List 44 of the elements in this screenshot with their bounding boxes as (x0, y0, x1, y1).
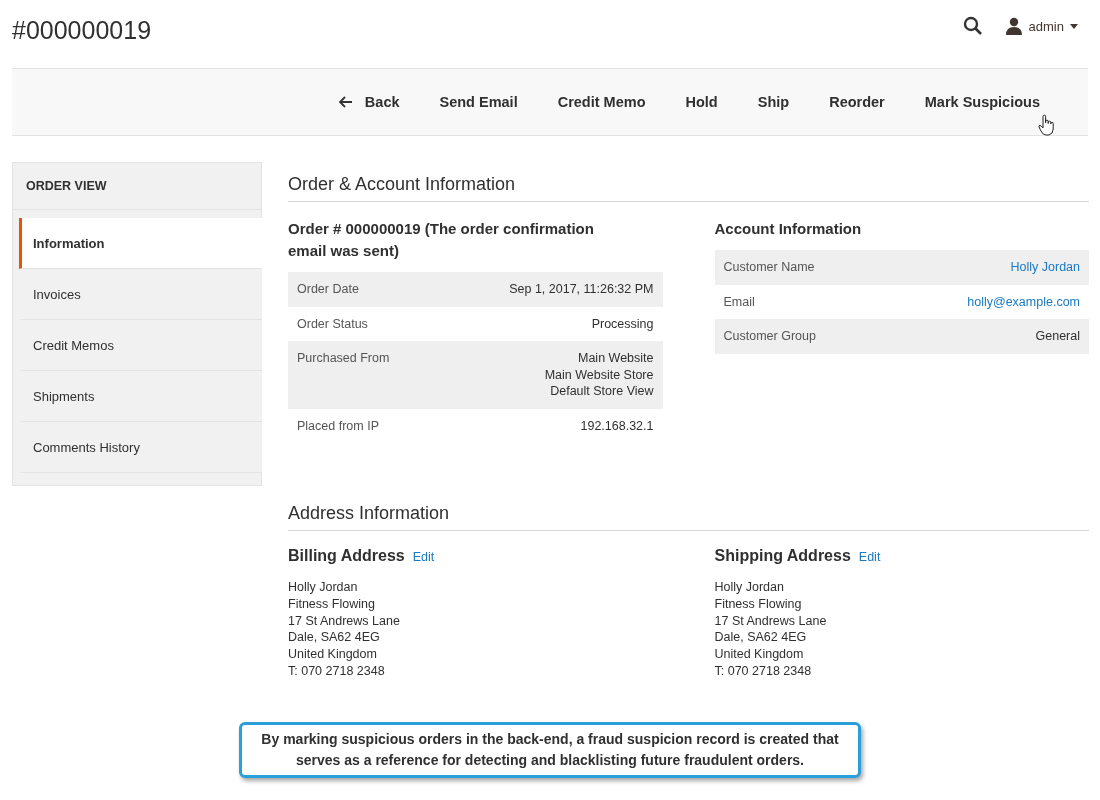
callout-note: By marking suspicious orders in the back-end, a fraud suspicion record is created that serves as a reference for detecting and blacklisting future fraudulent orders. (239, 722, 861, 778)
sidebar-tab[interactable]: Comments History (19, 422, 262, 473)
toolbar-button[interactable]: Mark Suspicious (904, 88, 1060, 116)
row-value: 192.168.32.1 (580, 417, 654, 434)
row-value: Main Website Main Website Store Default Store View (544, 350, 654, 400)
row-value: General (1035, 328, 1080, 345)
block-title: Order # 000000019 (The order confirmation email was sent) (288, 219, 595, 261)
toolbar-button[interactable]: Ship (737, 88, 810, 116)
value-link[interactable]: holly@example.com (967, 293, 1080, 310)
toolbar-button[interactable]: Credit Memo (537, 88, 666, 116)
page-title: #000000019 (12, 15, 152, 45)
toolbar-button[interactable]: Send Email (419, 88, 538, 116)
row-value: Sep 1, 2017, 11:26:32 PM (509, 281, 654, 298)
sidebar-title: ORDER VIEW (13, 163, 261, 210)
address-text: Holly Jordan Fitness Flowing 17 St Andrews Lane Dale, SA62 4EG United Kingdom T: 070 2718 2348 (714, 579, 828, 680)
row-label: Purchased From (297, 350, 390, 367)
toolbar-button[interactable]: Hold (665, 88, 738, 116)
user-icon (1004, 17, 1023, 35)
row-label: Email (723, 293, 755, 310)
address-title: Shipping Address (714, 547, 851, 565)
section-title: Order & Account Information (288, 174, 1089, 202)
address-title: Billing Address (288, 547, 405, 565)
user-menu[interactable]: admin (1004, 17, 1078, 35)
row-label: Placed from IP (297, 417, 379, 434)
row-label: Customer Group (723, 328, 816, 345)
back-button[interactable]: Back (318, 88, 420, 116)
value-link[interactable]: Holly Jordan (1010, 259, 1080, 276)
address-text: Holly Jordan Fitness Flowing 17 St Andrews Lane Dale, SA62 4EG United Kingdom T: 070 2718 2348 (288, 579, 401, 680)
toolbar-button[interactable]: Reorder (809, 88, 905, 116)
row-label: Order Date (297, 281, 359, 298)
block-title: Account Information (714, 219, 863, 239)
row-label: Customer Name (723, 259, 815, 276)
arrow-left-icon (338, 96, 353, 108)
sidebar-tab[interactable]: Shipments (19, 371, 262, 422)
sidebar-tab[interactable]: Information (19, 218, 262, 269)
row-value: Processing (591, 315, 654, 332)
edit-link[interactable]: Edit (858, 550, 881, 564)
caret-icon (1070, 23, 1078, 29)
search-icon[interactable] (962, 16, 983, 36)
sidebar-tab[interactable]: Credit Memos (19, 320, 262, 371)
section-title: Address Information (288, 503, 1089, 531)
row-label: Order Status (297, 315, 368, 332)
sidebar-tab[interactable]: Invoices (19, 269, 262, 320)
edit-link[interactable]: Edit (412, 550, 435, 564)
